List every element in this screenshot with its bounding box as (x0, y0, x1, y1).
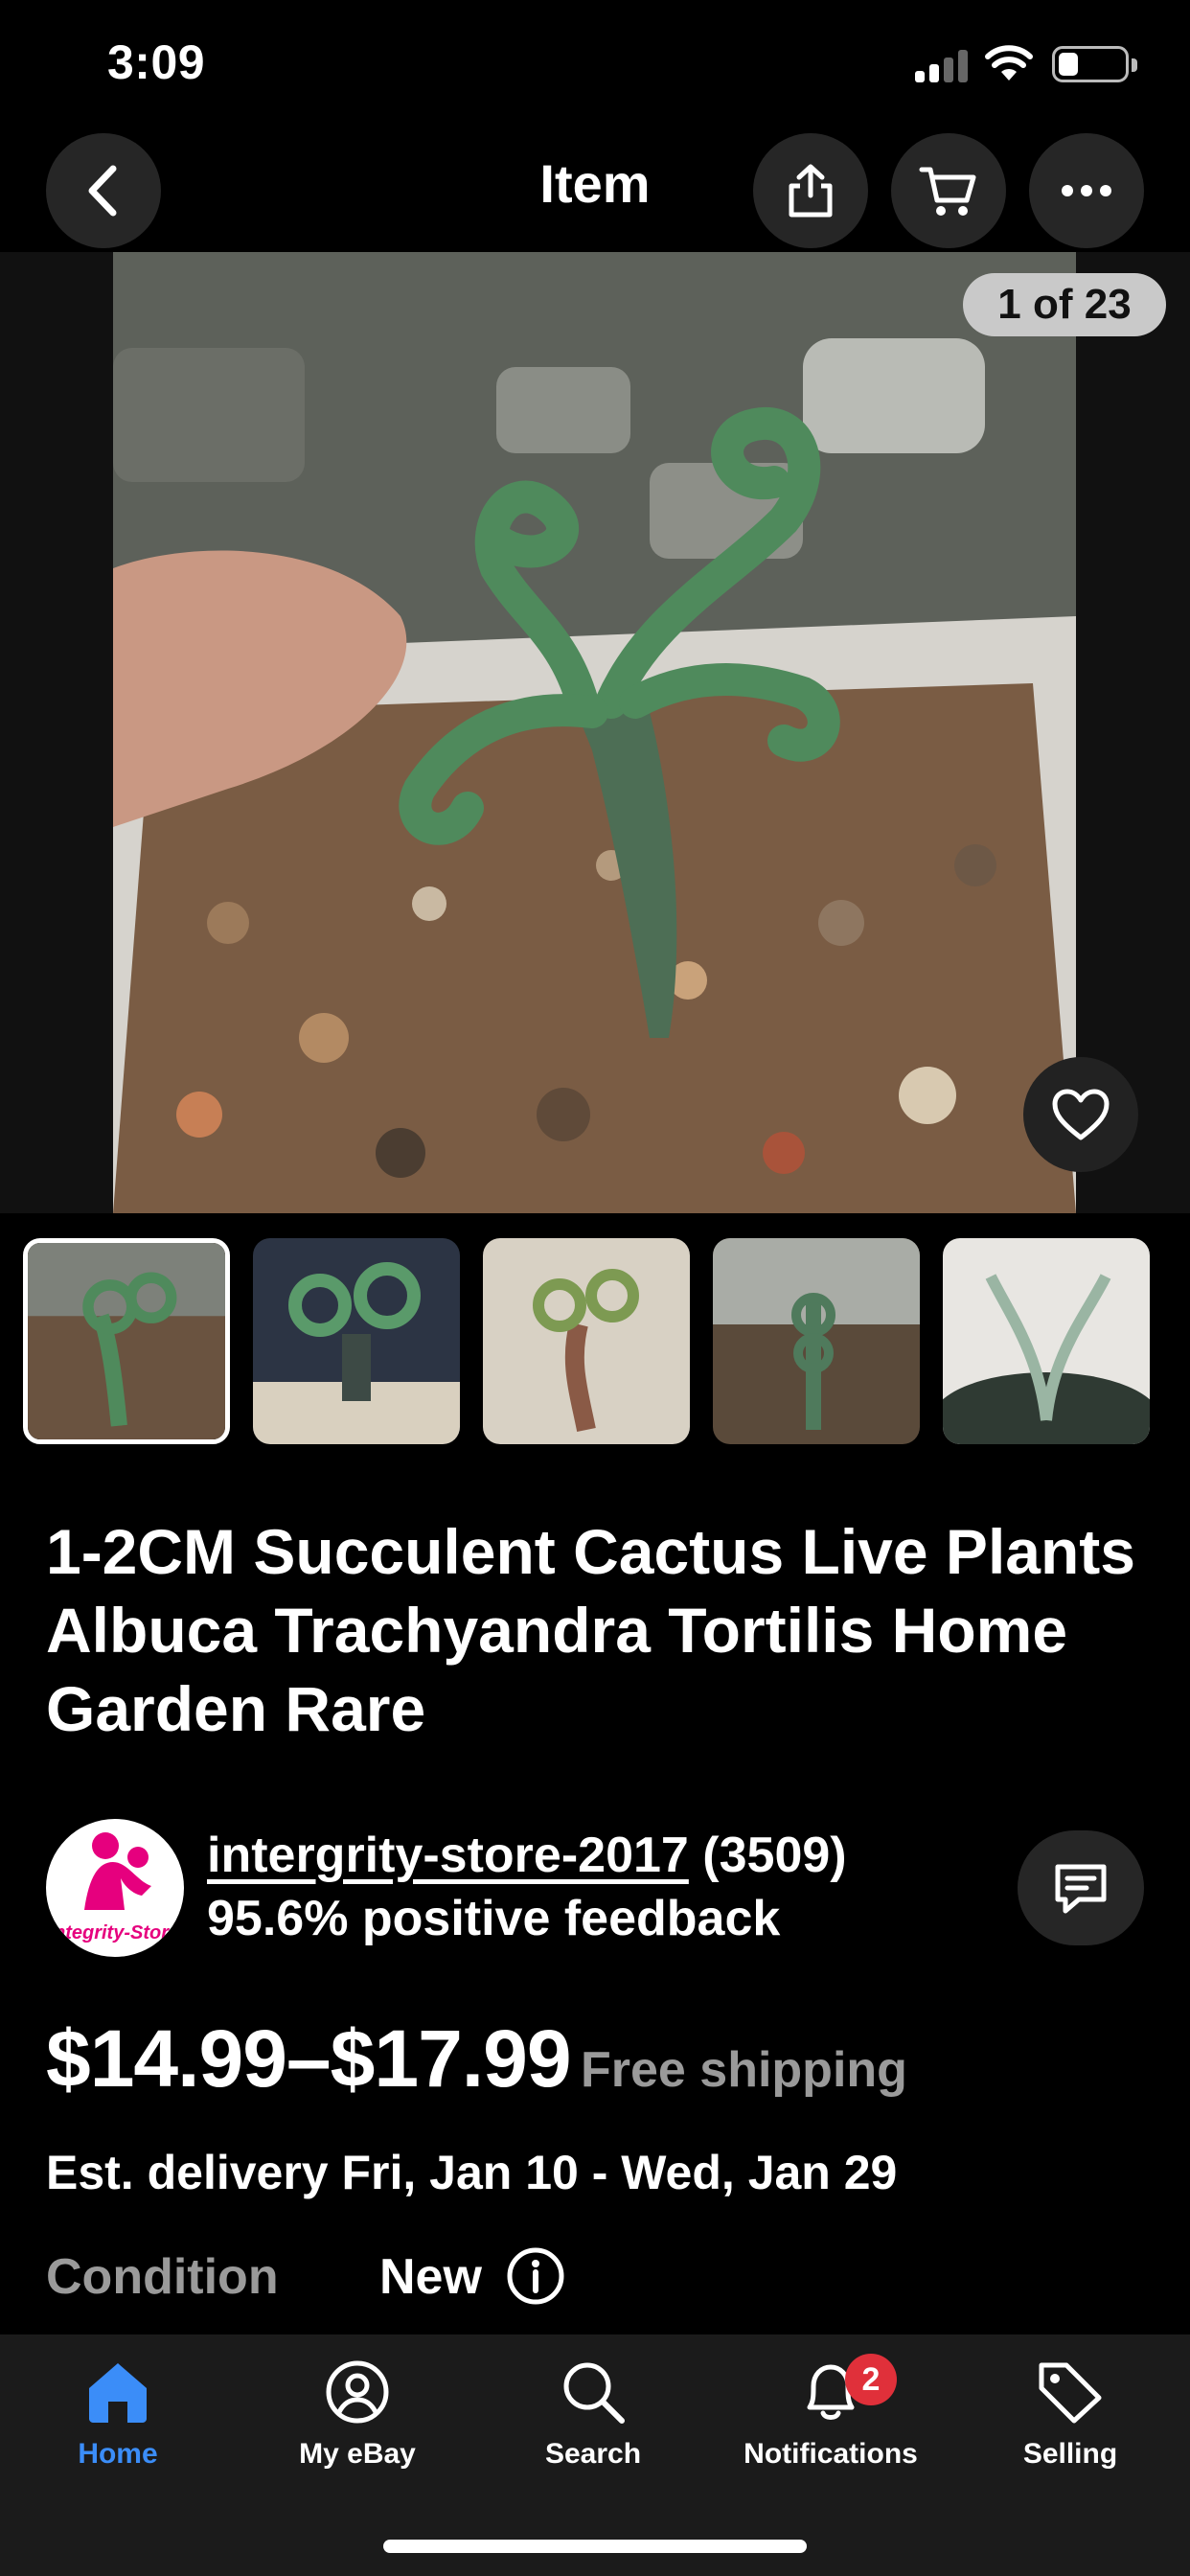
share-icon (789, 164, 833, 218)
condition-label: Condition (46, 2249, 279, 2305)
search-icon (563, 2362, 625, 2424)
delivery-estimate: Est. delivery Fri, Jan 10 - Wed, Jan 29 (46, 2146, 898, 2199)
home-icon (89, 2363, 147, 2423)
tab-search[interactable]: Search (483, 2359, 703, 2471)
share-button[interactable] (753, 133, 868, 248)
watch-button[interactable] (1023, 1057, 1138, 1172)
image-counter: 1 of 23 (963, 273, 1166, 336)
more-button[interactable] (1029, 133, 1144, 248)
seller-logo-text: ntegrity-Stor (54, 1922, 169, 1944)
tab-label: My eBay (299, 2438, 416, 2470)
tab-label: Home (78, 2438, 158, 2470)
message-icon (1055, 1864, 1107, 1914)
battery-icon (1052, 46, 1137, 82)
cart-icon (919, 167, 976, 216)
thumbnail[interactable] (713, 1238, 920, 1444)
tab-label: Notifications (744, 2438, 918, 2470)
seller-name-row: intergrity-store-2017 (3509) (207, 1827, 847, 1884)
condition-value: New (379, 2249, 482, 2305)
seller-avatar[interactable]: ntegrity-Stor (46, 1819, 184, 1957)
page-title: Item (539, 153, 651, 214)
tab-notifications[interactable]: 2 Notifications (721, 2354, 941, 2471)
seller-rating-count: (3509) (702, 1828, 847, 1883)
seller-feedback: 95.6% positive feedback (207, 1891, 781, 1946)
thumbnail[interactable] (23, 1238, 230, 1444)
tab-my-ebay[interactable]: My eBay (247, 2359, 468, 2471)
main-product-image[interactable] (113, 252, 1076, 1213)
tab-home[interactable]: Home (8, 2359, 228, 2471)
tab-label: Selling (1022, 2438, 1118, 2470)
thumbnail[interactable] (943, 1238, 1150, 1444)
tab-label: Search (544, 2438, 642, 2470)
shipping-text: Free shipping (581, 2042, 907, 2098)
status-time: 3:09 (107, 35, 206, 89)
item-title: 1-2CM Succulent Cactus Live Plants Albuc… (46, 1516, 1135, 1744)
tag-icon (1039, 2362, 1102, 2424)
header: Item (0, 129, 1190, 252)
cart-button[interactable] (891, 133, 1006, 248)
info-icon[interactable] (506, 2246, 565, 2306)
thumbnail-strip (23, 1238, 1173, 1444)
notification-badge: 2 (845, 2354, 897, 2405)
contact-seller-button[interactable] (1018, 1830, 1144, 1945)
seller-name-link[interactable]: intergrity-store-2017 (207, 1828, 689, 1883)
home-indicator (383, 2540, 807, 2553)
thumbnail[interactable] (483, 1238, 690, 1444)
status-bar: 3:09 (0, 0, 1190, 129)
tab-selling[interactable]: Selling (960, 2359, 1180, 2471)
heart-icon (1052, 1089, 1110, 1140)
wifi-icon (985, 45, 1033, 80)
signal-icon (915, 50, 969, 82)
more-dots-icon (1062, 185, 1111, 196)
thumbnail[interactable] (253, 1238, 460, 1444)
image-gallery[interactable]: 1 of 23 (0, 252, 1190, 1213)
profile-icon (326, 2360, 389, 2424)
item-price: $14.99–$17.99 (46, 2013, 572, 2104)
